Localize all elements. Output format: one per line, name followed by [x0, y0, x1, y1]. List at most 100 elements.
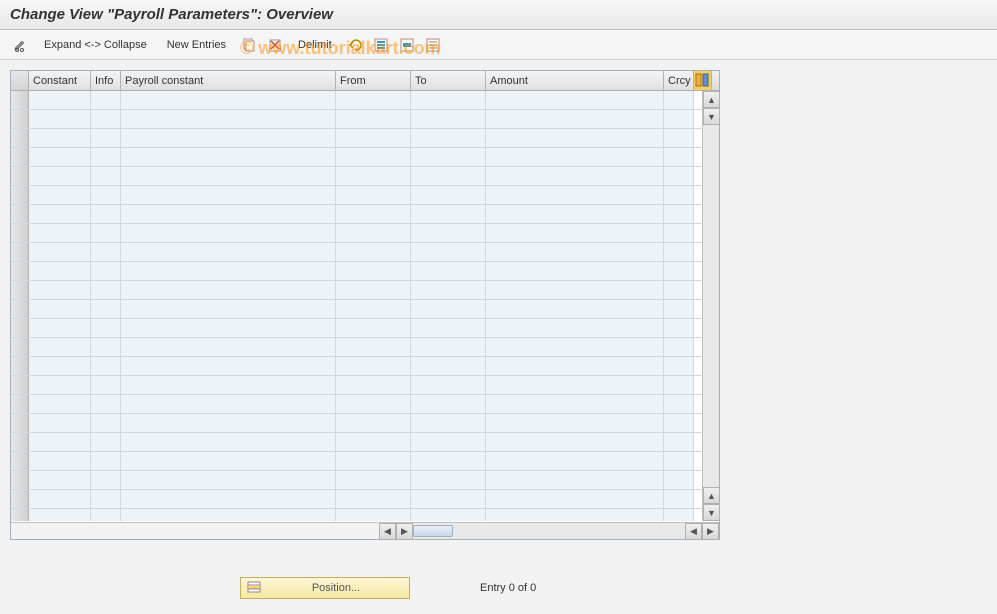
- row-selector[interactable]: [11, 281, 29, 299]
- cell-info[interactable]: [91, 129, 121, 147]
- cell-to[interactable]: [411, 148, 486, 166]
- cell-to[interactable]: [411, 262, 486, 280]
- cell-crcy[interactable]: [664, 376, 694, 394]
- cell-info[interactable]: [91, 91, 121, 109]
- row-selector[interactable]: [11, 452, 29, 470]
- col-info[interactable]: Info: [91, 71, 121, 90]
- cell-from[interactable]: [336, 376, 411, 394]
- cell-info[interactable]: [91, 110, 121, 128]
- cell-to[interactable]: [411, 110, 486, 128]
- cell-amount[interactable]: [486, 91, 664, 109]
- scroll-down-small-button[interactable]: ▼: [703, 108, 720, 125]
- cell-from[interactable]: [336, 148, 411, 166]
- cell-info[interactable]: [91, 433, 121, 451]
- cell-to[interactable]: [411, 91, 486, 109]
- cell-constant[interactable]: [29, 509, 91, 521]
- cell-crcy[interactable]: [664, 490, 694, 508]
- cell-to[interactable]: [411, 129, 486, 147]
- cell-crcy[interactable]: [664, 91, 694, 109]
- cell-constant[interactable]: [29, 300, 91, 318]
- cell-payroll-constant[interactable]: [121, 414, 336, 432]
- cell-from[interactable]: [336, 395, 411, 413]
- cell-info[interactable]: [91, 509, 121, 521]
- cell-crcy[interactable]: [664, 148, 694, 166]
- cell-constant[interactable]: [29, 167, 91, 185]
- cell-info[interactable]: [91, 414, 121, 432]
- cell-to[interactable]: [411, 414, 486, 432]
- expand-collapse-button[interactable]: Expand <-> Collapse: [36, 35, 155, 55]
- cell-info[interactable]: [91, 224, 121, 242]
- col-from[interactable]: From: [336, 71, 411, 90]
- cell-info[interactable]: [91, 376, 121, 394]
- cell-crcy[interactable]: [664, 129, 694, 147]
- row-selector[interactable]: [11, 110, 29, 128]
- cell-constant[interactable]: [29, 471, 91, 489]
- cell-from[interactable]: [336, 224, 411, 242]
- cell-from[interactable]: [336, 471, 411, 489]
- cell-amount[interactable]: [486, 433, 664, 451]
- col-constant[interactable]: Constant: [29, 71, 91, 90]
- copy-button[interactable]: [238, 35, 260, 55]
- cell-amount[interactable]: [486, 148, 664, 166]
- cell-payroll-constant[interactable]: [121, 509, 336, 521]
- row-selector[interactable]: [11, 319, 29, 337]
- cell-info[interactable]: [91, 357, 121, 375]
- cell-payroll-constant[interactable]: [121, 205, 336, 223]
- cell-to[interactable]: [411, 167, 486, 185]
- cell-amount[interactable]: [486, 338, 664, 356]
- cell-to[interactable]: [411, 224, 486, 242]
- cell-amount[interactable]: [486, 452, 664, 470]
- cell-crcy[interactable]: [664, 243, 694, 261]
- cell-to[interactable]: [411, 509, 486, 521]
- cell-payroll-constant[interactable]: [121, 91, 336, 109]
- cell-payroll-constant[interactable]: [121, 262, 336, 280]
- cell-from[interactable]: [336, 357, 411, 375]
- cell-to[interactable]: [411, 281, 486, 299]
- cell-info[interactable]: [91, 167, 121, 185]
- scroll-right-button[interactable]: ▶: [702, 523, 719, 540]
- cell-crcy[interactable]: [664, 357, 694, 375]
- row-selector[interactable]: [11, 300, 29, 318]
- row-selector[interactable]: [11, 91, 29, 109]
- cell-crcy[interactable]: [664, 281, 694, 299]
- col-selector[interactable]: [11, 71, 29, 90]
- cell-info[interactable]: [91, 148, 121, 166]
- cell-amount[interactable]: [486, 490, 664, 508]
- cell-crcy[interactable]: [664, 319, 694, 337]
- cell-payroll-constant[interactable]: [121, 490, 336, 508]
- cell-constant[interactable]: [29, 281, 91, 299]
- cell-payroll-constant[interactable]: [121, 281, 336, 299]
- cell-payroll-constant[interactable]: [121, 433, 336, 451]
- cell-from[interactable]: [336, 300, 411, 318]
- toggle-edit-button[interactable]: [10, 35, 32, 55]
- cell-payroll-constant[interactable]: [121, 110, 336, 128]
- cell-from[interactable]: [336, 509, 411, 521]
- cell-from[interactable]: [336, 338, 411, 356]
- cell-constant[interactable]: [29, 319, 91, 337]
- cell-info[interactable]: [91, 243, 121, 261]
- cell-info[interactable]: [91, 338, 121, 356]
- cell-from[interactable]: [336, 91, 411, 109]
- cell-to[interactable]: [411, 452, 486, 470]
- row-selector[interactable]: [11, 243, 29, 261]
- cell-constant[interactable]: [29, 414, 91, 432]
- cell-payroll-constant[interactable]: [121, 357, 336, 375]
- horizontal-scrollbar[interactable]: ◀ ▶ ◀ ▶: [11, 522, 719, 539]
- row-selector[interactable]: [11, 357, 29, 375]
- cell-constant[interactable]: [29, 433, 91, 451]
- cell-crcy[interactable]: [664, 452, 694, 470]
- cell-from[interactable]: [336, 433, 411, 451]
- table-configure-button[interactable]: [694, 71, 712, 90]
- cell-to[interactable]: [411, 243, 486, 261]
- cell-payroll-constant[interactable]: [121, 243, 336, 261]
- cell-amount[interactable]: [486, 509, 664, 521]
- cell-amount[interactable]: [486, 110, 664, 128]
- row-selector[interactable]: [11, 186, 29, 204]
- row-selector[interactable]: [11, 414, 29, 432]
- cell-from[interactable]: [336, 490, 411, 508]
- cell-constant[interactable]: [29, 129, 91, 147]
- cell-amount[interactable]: [486, 414, 664, 432]
- cell-constant[interactable]: [29, 205, 91, 223]
- cell-payroll-constant[interactable]: [121, 186, 336, 204]
- vertical-scrollbar[interactable]: ▲ ▼ ▲ ▼: [702, 91, 719, 521]
